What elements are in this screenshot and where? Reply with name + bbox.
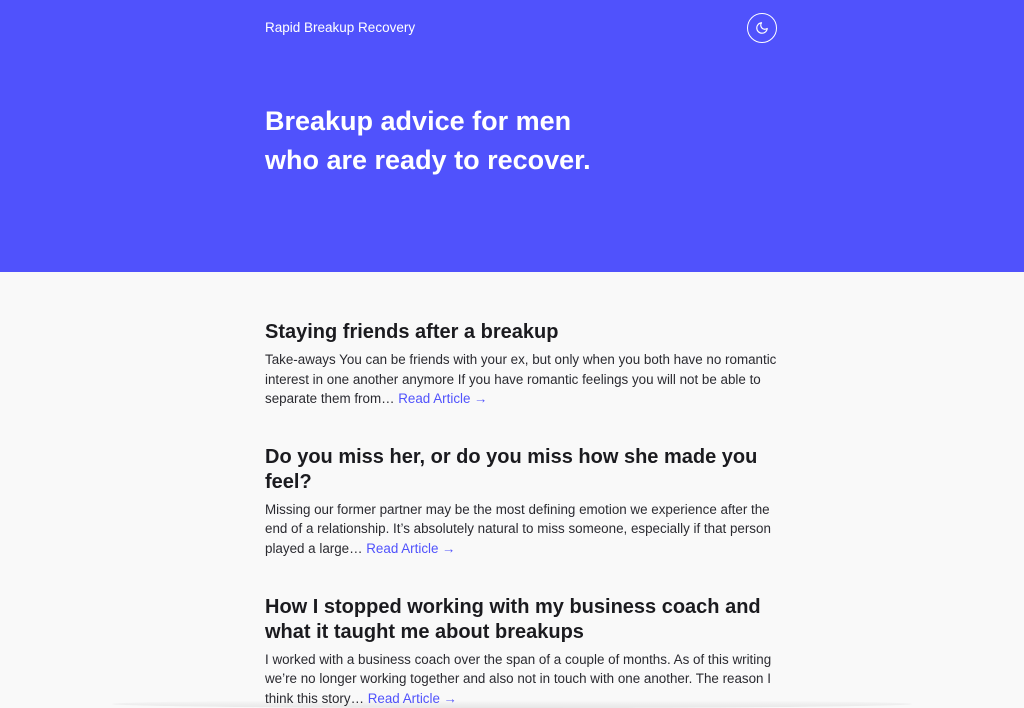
read-article-link[interactable]: Read Article → xyxy=(366,541,455,556)
bottom-shadow xyxy=(112,700,912,708)
hero-header: Rapid Breakup Recovery Breakup advice fo… xyxy=(0,0,1024,272)
theme-toggle-button[interactable] xyxy=(747,13,777,43)
post-excerpt-text: Missing our former partner may be the mo… xyxy=(265,501,771,556)
post-excerpt: Missing our former partner may be the mo… xyxy=(265,500,779,559)
post-excerpt-text: Take-aways You can be friends with your … xyxy=(265,352,777,407)
post-item: How I stopped working with my business c… xyxy=(265,595,779,708)
read-article-link[interactable]: Read Article → xyxy=(398,391,487,406)
post-list: Staying friends after a breakup Take-awa… xyxy=(265,272,779,708)
moon-icon xyxy=(756,22,768,34)
hero-title: Breakup advice for men who are ready to … xyxy=(265,106,591,175)
post-excerpt: Take-aways You can be friends with your … xyxy=(265,350,779,409)
post-title[interactable]: Staying friends after a breakup xyxy=(265,320,779,345)
post-title[interactable]: Do you miss her, or do you miss how she … xyxy=(265,445,779,495)
post-excerpt-text: I worked with a business coach over the … xyxy=(265,651,772,706)
post-item: Do you miss her, or do you miss how she … xyxy=(265,445,779,559)
post-item: Staying friends after a breakup Take-awa… xyxy=(265,320,779,409)
top-navbar: Rapid Breakup Recovery xyxy=(265,0,779,58)
post-title[interactable]: How I stopped working with my business c… xyxy=(265,595,779,645)
site-brand-link[interactable]: Rapid Breakup Recovery xyxy=(265,20,415,35)
hero-container: Rapid Breakup Recovery Breakup advice fo… xyxy=(265,0,779,175)
